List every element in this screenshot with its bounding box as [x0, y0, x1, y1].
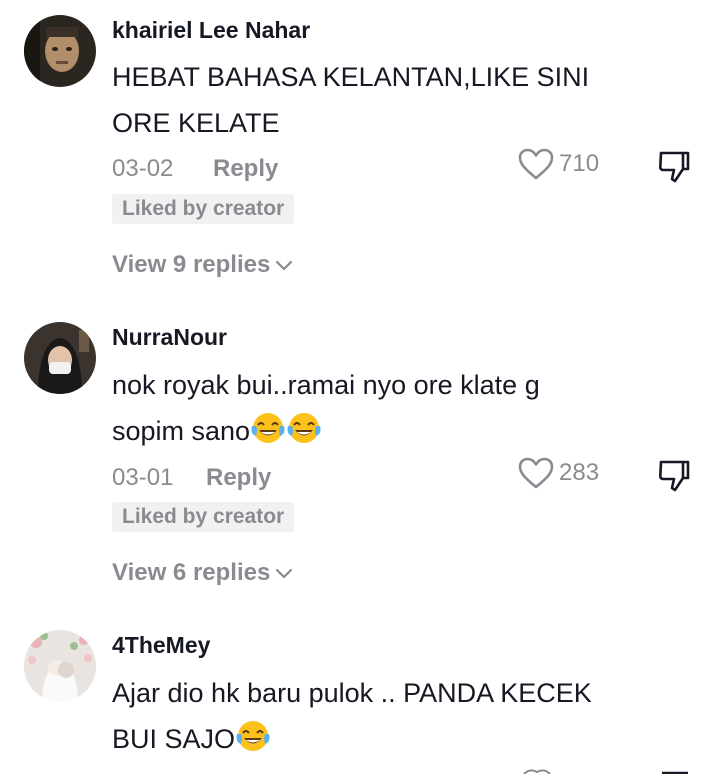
comment-text-line-wrap: BUI SAJO	[112, 716, 672, 762]
dislike-button[interactable]	[656, 148, 692, 184]
heart-outline-icon[interactable]	[522, 761, 552, 775]
view-replies-label: View 6 replies	[112, 559, 271, 586]
avatar[interactable]	[24, 630, 96, 702]
comment-date: 03-02	[112, 155, 174, 182]
comment-text-line: Ajar dio hk baru pulok .. PANDA KECEK	[112, 678, 592, 708]
chevron-down-icon	[275, 259, 293, 271]
comment-text-line: sopim sano	[112, 416, 251, 446]
face-with-tears-of-joy-emoji	[250, 410, 286, 446]
like-count: 710	[559, 150, 600, 177]
comment-text: Ajar dio hk baru pulok .. PANDA KECEK BU…	[112, 670, 672, 762]
thumbs-down-icon	[656, 148, 692, 184]
comment-text-line-wrap: sopim sano	[112, 408, 672, 454]
comment-text: nok royak bui..ramai nyo ore klate g sop…	[112, 362, 672, 454]
comment-text: HEBAT BAHASA KELANTAN,LIKE SINI ORE KELA…	[112, 54, 672, 146]
comment-item: 4TheMey Ajar dio hk baru pulok .. PANDA …	[0, 610, 720, 767]
face-with-tears-of-joy-emoji	[235, 718, 271, 754]
thumbs-down-icon	[656, 457, 692, 493]
face-with-tears-of-joy-emoji	[286, 410, 322, 446]
comment-item: khairiel Lee Nahar HEBAT BAHASA KELANTAN…	[0, 0, 720, 300]
comment-date: 03-01	[112, 464, 174, 491]
avatar[interactable]	[24, 322, 96, 394]
dislike-button[interactable]	[656, 457, 692, 493]
like-count: 283	[559, 459, 600, 486]
reply-button[interactable]: Reply	[206, 464, 271, 492]
liked-by-creator-badge: Liked by creator	[112, 502, 295, 532]
avatar[interactable]	[24, 15, 96, 87]
comment-text-line: ORE KELATE	[112, 108, 280, 138]
view-replies-button[interactable]: View 9 replies	[112, 251, 293, 279]
view-replies-label: View 9 replies	[112, 251, 271, 278]
comment-username[interactable]: 4TheMey	[112, 632, 210, 659]
comment-text-line: HEBAT BAHASA KELANTAN,LIKE SINI	[112, 62, 590, 92]
like-button[interactable]: 283	[517, 456, 599, 490]
comment-text-line: nok royak bui..ramai nyo ore klate g	[112, 370, 540, 400]
view-replies-button[interactable]: View 6 replies	[112, 559, 293, 587]
chevron-down-icon	[275, 567, 293, 579]
comment-item: NurraNour nok royak bui..ramai nyo ore k…	[0, 300, 720, 610]
comment-username[interactable]: khairiel Lee Nahar	[112, 17, 310, 44]
thumbs-down-icon[interactable]	[660, 761, 690, 775]
like-button[interactable]: 710	[517, 147, 599, 181]
reply-button[interactable]: Reply	[213, 155, 278, 183]
heart-outline-icon	[517, 456, 555, 490]
heart-outline-icon	[517, 147, 555, 181]
liked-by-creator-badge: Liked by creator	[112, 194, 295, 224]
comment-text-line: BUI SAJO	[112, 724, 236, 754]
comment-username[interactable]: NurraNour	[112, 324, 227, 351]
